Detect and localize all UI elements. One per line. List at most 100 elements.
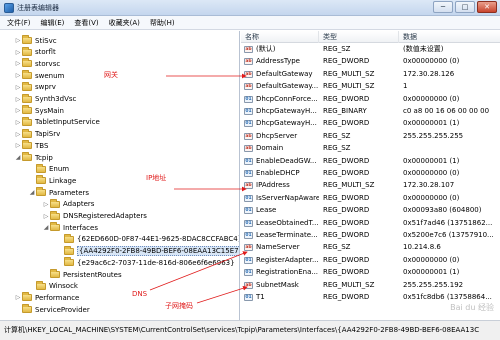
registry-value-row[interactable]: 01 DhcpGatewayH... REG_BINARY c0 a8 00 16 0… <box>241 106 500 117</box>
value-name: DefaultGateway... <box>256 82 319 91</box>
expand-arrow-icon[interactable]: ▷ <box>14 72 22 79</box>
expand-arrow-icon[interactable]: ▷ <box>14 60 22 67</box>
registry-value-row[interactable]: 01 IsServerNapAware REG_DWORD 0x00000000 (0… <box>241 193 500 204</box>
tree-node[interactable]: PersistentRoutes <box>42 269 122 280</box>
registry-value-row[interactable]: ab IPAddress REG_MULTI_SZ 172.30.28.107 <box>241 180 500 191</box>
menu-view[interactable]: 查看(V) <box>71 16 105 30</box>
registry-value-row[interactable]: 01 DhcpConnForce... REG_DWORD 0x00000000 (0… <box>241 94 500 105</box>
close-button[interactable]: ✕ <box>477 1 497 13</box>
tree-node[interactable]: ▷ SysMain <box>14 105 64 116</box>
title-bar: 注册表编辑器 ─ □ ✕ <box>0 0 500 16</box>
registry-value-row[interactable]: 01 LeaseTerminate... REG_DWORD 0x5200e7c6 (… <box>241 230 500 241</box>
collapse-arrow-icon[interactable]: ◢ <box>14 154 22 161</box>
column-header-name[interactable]: 名称 <box>241 31 319 43</box>
registry-value-row[interactable]: ab SubnetMask REG_MULTI_SZ 255.255.255.192 <box>241 280 500 291</box>
tree-node[interactable]: {e29ac6c2-7037-11de-816d-806e6f6e6963} <box>56 257 235 268</box>
tree-node[interactable]: ▷ storvsc <box>14 58 60 69</box>
expand-arrow-icon[interactable]: ▷ <box>14 96 22 103</box>
tree-node[interactable]: ▷ storflt <box>14 46 56 58</box>
tree-node[interactable]: ▷ StiSvc <box>14 35 57 46</box>
value-data: 10.214.8.6 <box>403 243 441 252</box>
registry-value-row[interactable]: ab Domain REG_SZ <box>241 143 500 154</box>
tree-node[interactable]: Linkage <box>28 175 76 186</box>
value-name: DhcpServer <box>256 131 298 140</box>
registry-value-row[interactable]: ab DefaultGateway REG_MULTI_SZ 172.30.28.12… <box>241 69 500 80</box>
collapse-arrow-icon[interactable]: ◢ <box>42 224 50 231</box>
registry-value-row[interactable]: 01 RegistrationEna... REG_DWORD 0x00000001 … <box>241 267 500 278</box>
registry-value-row[interactable]: ab NameServer REG_SZ 10.214.8.6 <box>241 242 500 253</box>
column-header-data[interactable]: 数据 <box>399 31 500 43</box>
expand-arrow-icon[interactable]: ▷ <box>14 84 22 91</box>
tree-node[interactable]: ▷ TabletInputService <box>14 116 100 128</box>
expand-arrow-icon[interactable]: ▷ <box>14 142 22 149</box>
menu-bar: 文件(F) 编辑(E) 查看(V) 收藏夹(A) 帮助(H) <box>0 16 500 30</box>
tree-node[interactable]: ▷ Performance <box>14 292 79 303</box>
value-name: DhcpConnForce... <box>256 94 318 103</box>
registry-value-row[interactable]: ab (默认) REG_SZ (数值未设置) <box>241 44 500 55</box>
tree-node[interactable]: ▷ Synth3dVsc <box>14 93 76 105</box>
tree-node[interactable]: ▷ TBS <box>14 140 48 151</box>
value-name: LeaseObtainedT... <box>256 218 319 227</box>
tree-node[interactable]: {62ED660D-0F87-44E1-9625-8DAC8CCFABC4} <box>56 233 239 245</box>
registry-value-row[interactable]: 01 EnableDeadGW... REG_DWORD 0x00000001 (1) <box>241 156 500 167</box>
expand-arrow-icon[interactable]: ▷ <box>14 294 22 301</box>
registry-value-list[interactable]: 名称 类型 数据 ab (默认) REG_SZ (数值未设置) ab AddressTyp… <box>241 31 500 320</box>
menu-favorites[interactable]: 收藏夹(A) <box>106 16 147 30</box>
tree-node[interactable]: ▷ DNSRegisteredAdapters <box>42 210 147 222</box>
menu-file[interactable]: 文件(F) <box>4 16 38 30</box>
tree-node[interactable]: Winsock <box>28 280 78 292</box>
expand-arrow-icon[interactable]: ▷ <box>14 131 22 138</box>
value-data: 172.30.28.126 <box>403 69 455 78</box>
folder-icon <box>50 210 60 220</box>
tree-node[interactable]: {AA4292F0-2FB8-49BD-BEF6-08EAA13C15E7} <box>56 245 239 257</box>
registry-value-row[interactable]: 01 LeaseObtainedT... REG_DWORD 0x51f7ad46 (… <box>241 218 500 229</box>
registry-value-row[interactable]: 01 RegisterAdapter... REG_DWORD 0x00000000 … <box>241 255 500 266</box>
tree-node[interactable]: ◢ Tcpip <box>14 152 53 163</box>
tree-node-label: Parameters <box>49 188 90 197</box>
tree-node[interactable]: ▷ swprv <box>14 81 56 93</box>
folder-icon <box>22 152 32 161</box>
value-type: REG_MULTI_SZ <box>323 69 375 78</box>
minimize-button[interactable]: ─ <box>433 1 453 13</box>
folder-icon <box>22 58 32 68</box>
expand-arrow-icon[interactable]: ▷ <box>42 213 50 220</box>
value-name: RegistrationEna... <box>256 268 319 277</box>
tree-node[interactable]: Enum <box>28 163 69 175</box>
registry-key-tree[interactable]: ▷ StiSvc ▷ storflt ▷ storvsc ▷ swenum ▷ swprv ▷ Syn… <box>0 31 240 320</box>
registry-value-row[interactable]: 01 EnableDHCP REG_DWORD 0x00000000 (0) <box>241 168 500 179</box>
registry-value-row[interactable]: ab DhcpServer REG_SZ 255.255.255.255 <box>241 131 500 142</box>
value-type: REG_SZ <box>323 144 351 153</box>
value-data: 0x51f7ad46 (13751862... <box>403 218 493 227</box>
tree-node[interactable]: ◢ Parameters <box>28 187 89 198</box>
tree-node[interactable]: ▷ Adapters <box>42 198 94 210</box>
menu-help[interactable]: 帮助(H) <box>147 16 182 30</box>
annotation-dns: DNS <box>132 290 148 298</box>
maximize-button[interactable]: □ <box>455 1 475 13</box>
registry-value-row[interactable]: 01 DhcpGatewayH... REG_DWORD 0x00000001 (1) <box>241 118 500 129</box>
registry-value-row[interactable]: ab AddressType REG_DWORD 0x00000000 (0) <box>241 56 500 67</box>
column-header-type[interactable]: 类型 <box>319 31 399 43</box>
expand-arrow-icon[interactable]: ▷ <box>14 49 22 56</box>
value-name: AddressType <box>256 57 300 66</box>
menu-edit[interactable]: 编辑(E) <box>38 16 72 30</box>
expand-arrow-icon[interactable]: ▷ <box>14 119 22 126</box>
expand-arrow-icon[interactable]: ▷ <box>42 201 50 208</box>
folder-icon <box>22 292 32 302</box>
value-type: REG_MULTI_SZ <box>323 280 375 289</box>
value-data: 0x00000001 (1) <box>403 156 460 165</box>
expand-arrow-icon[interactable]: ▷ <box>14 107 22 114</box>
expand-arrow-icon[interactable]: ▷ <box>14 37 22 44</box>
tree-node[interactable]: ▷ TapiSrv <box>14 128 60 140</box>
tree-node[interactable]: ◢ Interfaces <box>42 222 98 233</box>
registry-value-row[interactable]: ab DefaultGateway... REG_MULTI_SZ 1 <box>241 81 500 92</box>
binary-value-icon: 01 <box>244 120 253 128</box>
registry-value-row[interactable]: 01 Lease REG_DWORD 0x00093a80 (604800) <box>241 205 500 216</box>
tree-node-label: ServiceProvider <box>35 305 90 314</box>
value-data: 0x00000000 (0) <box>403 94 460 103</box>
collapse-arrow-icon[interactable]: ◢ <box>28 189 36 196</box>
value-data: 0x5200e7c6 (13757910... <box>403 231 494 239</box>
value-data: 0x00000001 (1) <box>403 268 460 277</box>
tree-node[interactable]: ServiceProvider <box>14 304 90 315</box>
binary-value-icon: 01 <box>244 219 253 227</box>
tree-node[interactable]: ▷ swenum <box>14 70 64 81</box>
